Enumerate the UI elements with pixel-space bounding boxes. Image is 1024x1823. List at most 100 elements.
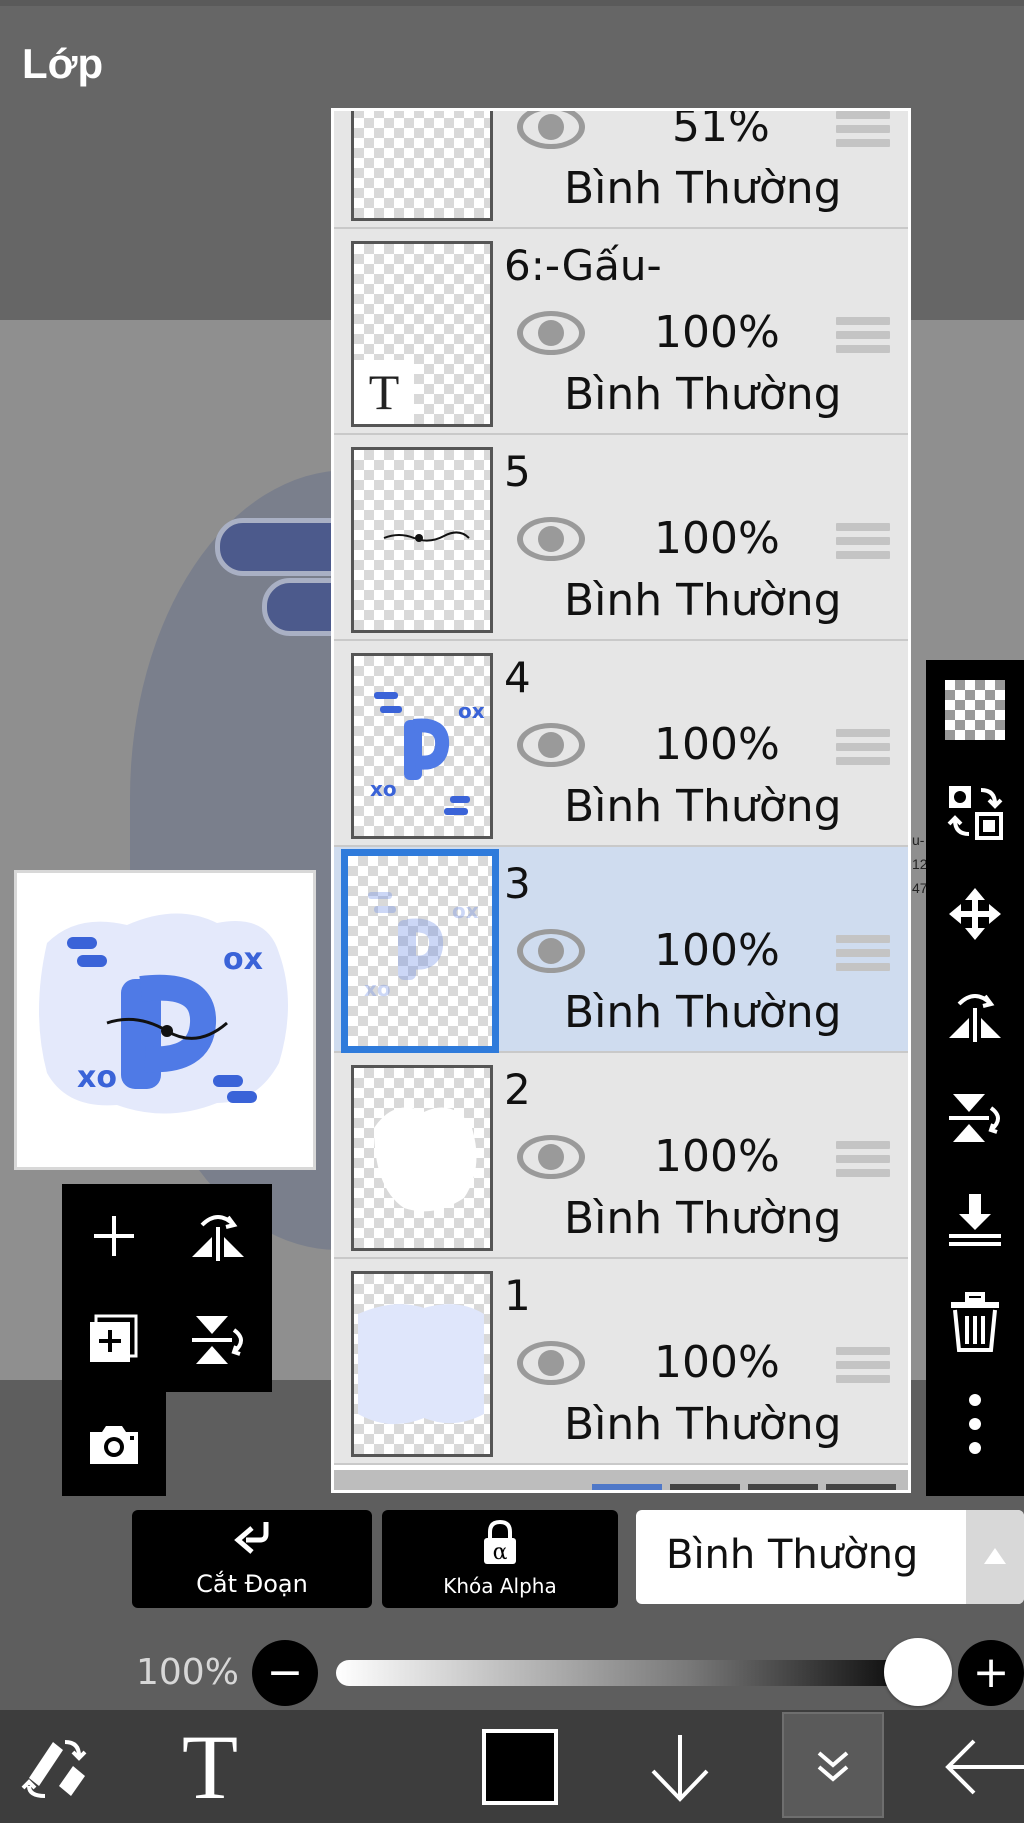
layer-opacity: 100% bbox=[654, 1337, 780, 1388]
lock-icon: α bbox=[484, 1520, 516, 1565]
layer-row[interactable]: ox xo 4 100% Bình Thường bbox=[334, 641, 908, 847]
layer-blend-mode: Bình Thường bbox=[564, 1193, 842, 1244]
layer-opacity: 100% bbox=[654, 925, 780, 976]
layer-blend-mode: Bình Thường bbox=[564, 1399, 842, 1450]
svg-text:xo: xo bbox=[77, 1060, 117, 1095]
layer-blend-mode: Bình Thường bbox=[564, 781, 842, 832]
layer-thumbnail[interactable] bbox=[351, 1271, 493, 1457]
clipping-button[interactable]: Cắt Đoạn bbox=[132, 1510, 372, 1608]
left-tools-camera bbox=[62, 1392, 166, 1496]
layer-thumbnail[interactable]: T bbox=[351, 241, 493, 427]
eye-icon[interactable] bbox=[514, 511, 588, 567]
blend-mode-value: Bình Thường bbox=[666, 1532, 919, 1578]
opacity-slider[interactable] bbox=[336, 1660, 926, 1686]
drag-handle-icon[interactable] bbox=[836, 729, 890, 769]
clip-arrow-icon bbox=[234, 1522, 269, 1554]
camera-icon[interactable] bbox=[62, 1392, 166, 1496]
more-vertical-icon[interactable] bbox=[926, 1374, 1024, 1474]
layer-controls: Cắt Đoạn α Khóa Alpha Bình Thường 100% −… bbox=[0, 1496, 1024, 1710]
opacity-minus-button[interactable]: − bbox=[252, 1640, 318, 1706]
text-tool-icon[interactable]: T bbox=[150, 1710, 270, 1823]
layer-opacity: 100% bbox=[654, 1131, 780, 1182]
svg-text:ox: ox bbox=[223, 942, 263, 977]
layer-name: 6:-Gấu- bbox=[504, 241, 662, 290]
clipping-label: Cắt Đoạn bbox=[196, 1570, 308, 1598]
caret-up-icon[interactable] bbox=[966, 1510, 1024, 1604]
layer-opacity: 100% bbox=[654, 307, 780, 358]
layer-name: 5 bbox=[504, 447, 531, 496]
bottom-toolbar: T bbox=[0, 1710, 1024, 1823]
drag-handle-icon[interactable] bbox=[836, 1141, 890, 1181]
layer-opacity: 51% bbox=[672, 108, 770, 152]
scroll-indicator bbox=[748, 1484, 818, 1490]
layers-panel[interactable]: 51% Bình Thường T 6:-Gấu- 100% Bình Thườ… bbox=[331, 108, 911, 1493]
flip-horizontal-icon[interactable] bbox=[166, 1184, 270, 1288]
layer-name: 4 bbox=[504, 653, 531, 702]
move-icon[interactable] bbox=[926, 864, 1024, 964]
squiggle-line-icon bbox=[383, 531, 470, 542]
eye-icon[interactable] bbox=[514, 717, 588, 773]
layer-opacity: 100% bbox=[654, 513, 780, 564]
logo-p-faint-icon: ox xo bbox=[364, 892, 479, 1001]
layer-blend-mode: Bình Thường bbox=[564, 369, 842, 420]
add-layer-icon[interactable] bbox=[62, 1184, 166, 1288]
layer-row-selected[interactable]: ox xo 3 100% Bình Thường bbox=[334, 847, 908, 1053]
swap-layer-icon[interactable] bbox=[926, 762, 1024, 862]
layer-row[interactable]: T 6:-Gấu- 100% Bình Thường bbox=[334, 229, 908, 435]
layer-thumbnail[interactable]: ox xo bbox=[341, 849, 499, 1053]
layer-blend-mode: Bình Thường bbox=[564, 575, 842, 626]
arrow-down-icon[interactable] bbox=[630, 1710, 730, 1823]
eye-icon[interactable] bbox=[514, 1335, 588, 1391]
page-title: Lớp bbox=[22, 40, 104, 87]
flip-vertical-icon[interactable] bbox=[166, 1288, 270, 1392]
app-window: Lớp u- 126 47 51% Bình Thường T 6:-Gấu- bbox=[0, 0, 1024, 1823]
layer-blend-mode: Bình Thường bbox=[564, 987, 842, 1038]
layer-name: 1 bbox=[504, 1271, 531, 1320]
svg-text:xo: xo bbox=[364, 977, 391, 1001]
opacity-slider-thumb[interactable] bbox=[884, 1638, 952, 1706]
white-shape-icon bbox=[374, 1107, 477, 1212]
opacity-plus-button[interactable]: + bbox=[958, 1640, 1024, 1706]
drag-handle-icon[interactable] bbox=[836, 317, 890, 357]
merge-down-icon[interactable] bbox=[926, 1170, 1024, 1270]
layer-row[interactable]: 2 100% Bình Thường bbox=[334, 1053, 908, 1259]
layer-name: 2 bbox=[504, 1065, 531, 1114]
svg-text:α: α bbox=[493, 1540, 508, 1565]
layer-thumbnail[interactable]: ox xo bbox=[351, 653, 493, 839]
canvas-preview[interactable]: ox xo bbox=[14, 870, 316, 1170]
double-chevron-down-icon[interactable] bbox=[782, 1712, 884, 1818]
left-tools bbox=[62, 1184, 272, 1392]
alpha-lock-label: Khóa Alpha bbox=[443, 1574, 557, 1598]
alpha-lock-button[interactable]: α Khóa Alpha bbox=[382, 1510, 618, 1608]
layer-name: 3 bbox=[504, 859, 531, 908]
blend-mode-select[interactable]: Bình Thường bbox=[636, 1510, 1024, 1604]
svg-text:xo: xo bbox=[370, 777, 397, 801]
current-color bbox=[482, 1728, 558, 1805]
opacity-value: 100% bbox=[136, 1652, 239, 1693]
color-swatch[interactable] bbox=[470, 1710, 570, 1823]
arrow-left-icon[interactable] bbox=[940, 1710, 1024, 1823]
layer-row[interactable]: 1 100% Bình Thường bbox=[334, 1259, 908, 1465]
layers-scroll-footer[interactable] bbox=[334, 1470, 908, 1490]
eye-icon[interactable] bbox=[514, 108, 588, 155]
svg-text:ox: ox bbox=[452, 899, 479, 923]
artwork-preview-image: ox xo bbox=[39, 913, 288, 1114]
layer-row[interactable]: 51% Bình Thường bbox=[334, 108, 908, 229]
duplicate-layer-icon[interactable] bbox=[62, 1288, 166, 1392]
layer-thumbnail[interactable] bbox=[351, 111, 493, 221]
drag-handle-icon[interactable] bbox=[836, 111, 890, 151]
flip-vertical-icon[interactable] bbox=[926, 1068, 1024, 1168]
eye-icon[interactable] bbox=[514, 923, 588, 979]
trash-icon[interactable] bbox=[926, 1272, 1024, 1372]
drag-handle-icon[interactable] bbox=[836, 523, 890, 563]
transparency-checker-icon[interactable] bbox=[926, 660, 1024, 760]
transform-eraser-icon[interactable] bbox=[0, 1710, 110, 1823]
layer-row[interactable]: 5 100% Bình Thường bbox=[334, 435, 908, 641]
eye-icon[interactable] bbox=[514, 1129, 588, 1185]
layer-thumbnail[interactable] bbox=[351, 447, 493, 633]
layer-thumbnail[interactable] bbox=[351, 1065, 493, 1251]
eye-icon[interactable] bbox=[514, 305, 588, 361]
drag-handle-icon[interactable] bbox=[836, 935, 890, 975]
flip-horizontal-icon[interactable] bbox=[926, 966, 1024, 1066]
drag-handle-icon[interactable] bbox=[836, 1347, 890, 1387]
